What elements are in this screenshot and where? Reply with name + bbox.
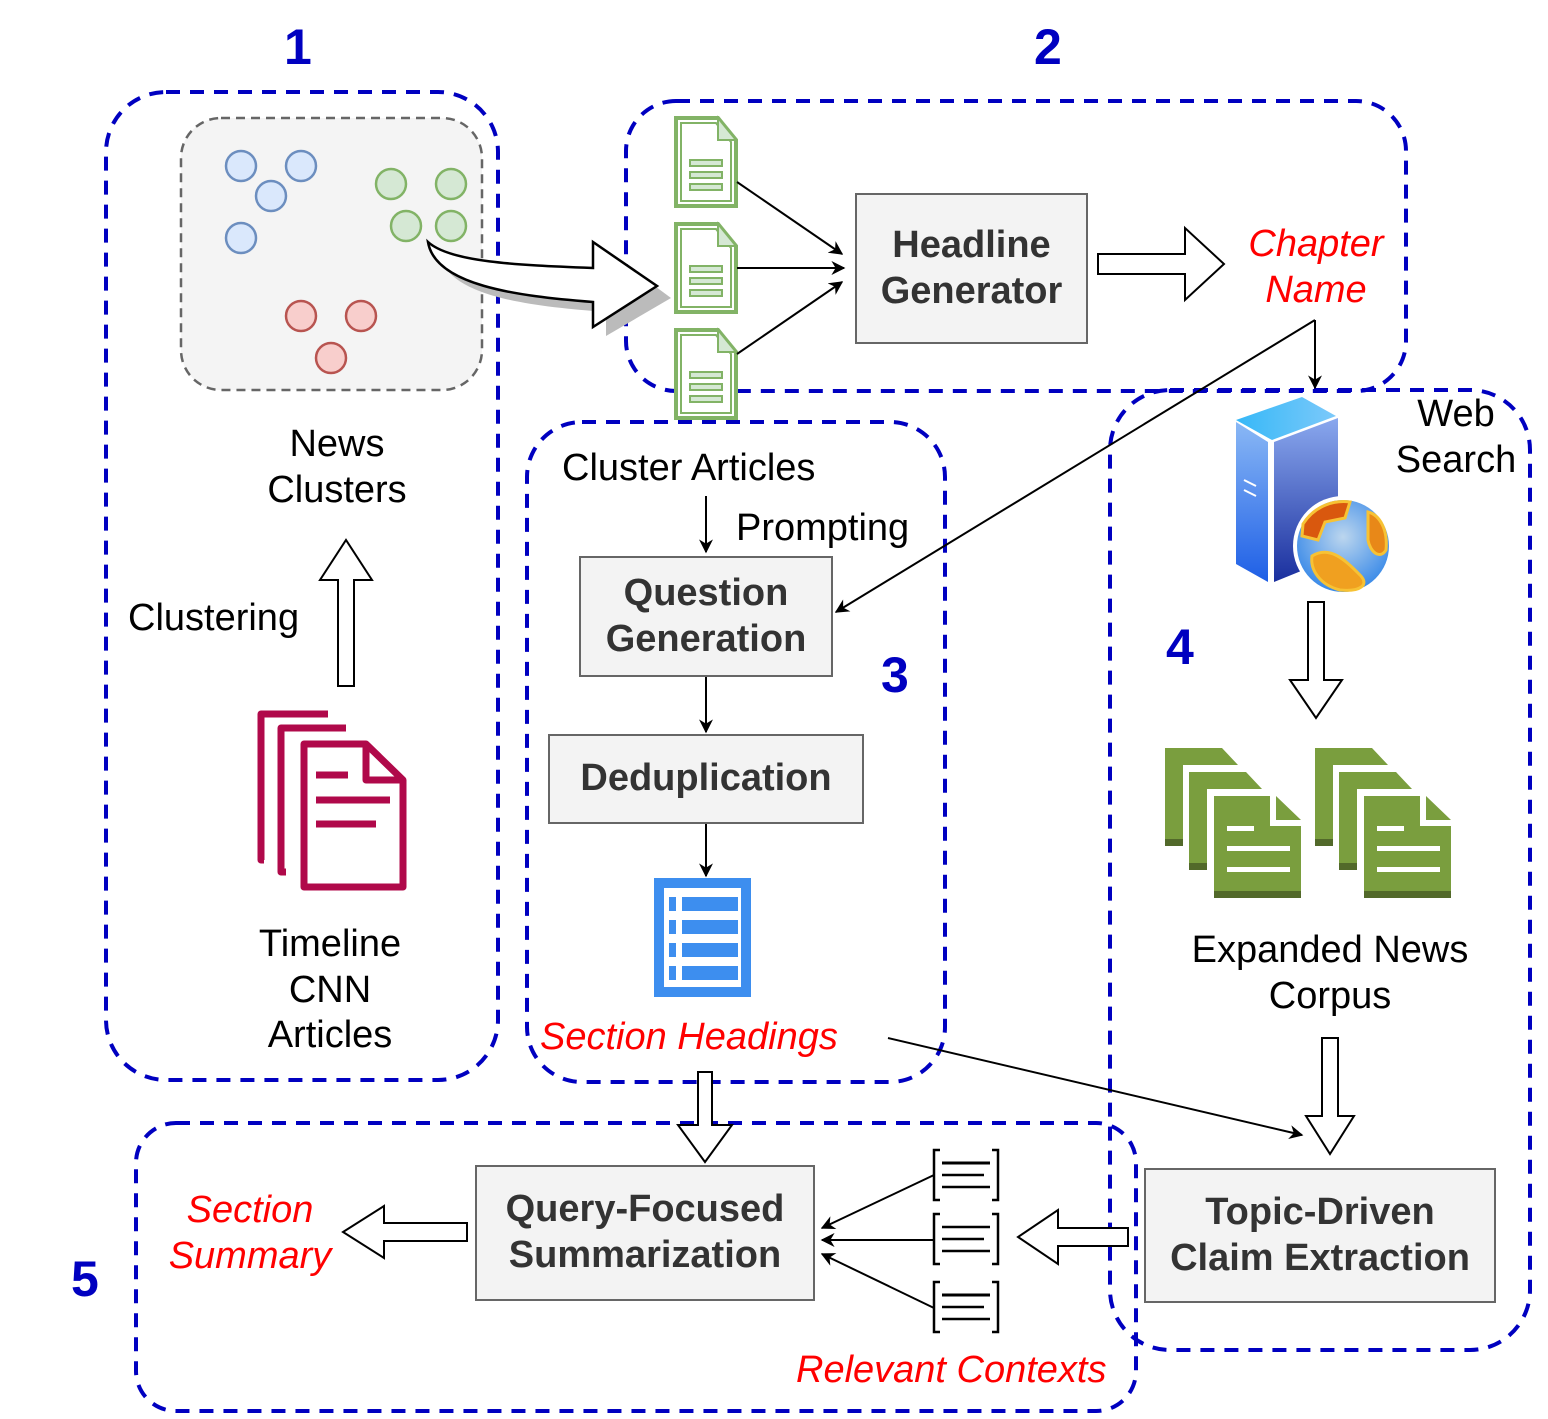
step-number-2: 2 (1034, 19, 1062, 75)
section-headings-label: Section Headings (540, 1016, 838, 1058)
source-label-line: Articles (267, 1014, 393, 1057)
web-server-globe-icon (1236, 397, 1393, 596)
question-generation-box: Question Generation (579, 556, 833, 677)
cluster-node (314, 341, 348, 375)
deduplication-box: Deduplication (548, 734, 864, 824)
headline-to-chapter-arrow (1097, 225, 1226, 303)
cluster-node (434, 209, 468, 243)
context-snippet-icon (932, 1212, 1000, 1266)
doc-to-headline-arrow (736, 281, 844, 355)
step-number-4: 4 (1166, 619, 1194, 675)
expanded-corpus-line: Corpus (1268, 974, 1392, 1017)
cluster-node (224, 221, 258, 255)
relevant-contexts-label: Relevant Contexts (796, 1349, 1107, 1391)
doc-to-headline-arrow (736, 181, 844, 255)
source-label-line: CNN (288, 968, 372, 1011)
article-doc-icon (674, 327, 739, 420)
relevant-contexts-icons (932, 1148, 1000, 1334)
expanded-corpus-icon (1165, 748, 1301, 898)
websearch-to-corpus-arrow (1288, 601, 1344, 720)
cluster-node (344, 299, 378, 333)
web-search-label: Web Search (1386, 392, 1526, 483)
cluster-article-icons (674, 115, 739, 420)
pipeline-diagram: 1 2 3 4 5 News Clusters Clustering Timel… (0, 0, 1548, 1419)
clustering-up-arrow (318, 538, 374, 687)
cluster-node (389, 209, 423, 243)
chapter-name-line: Chapter (1248, 223, 1384, 265)
headline-generator-box: Headline Generator (855, 193, 1088, 344)
context-to-summarization-arrow (820, 1174, 935, 1229)
cluster-node (284, 149, 318, 183)
article-doc-icon (674, 115, 739, 208)
cluster-node (434, 167, 468, 201)
claim-extraction-line: Topic-Driven (1205, 1190, 1435, 1233)
cnn-articles-icon (257, 710, 407, 891)
context-snippet-icon (932, 1280, 1000, 1334)
headline-generator-line: Generator (880, 269, 1063, 312)
section-summary-line: Summary (168, 1234, 332, 1277)
news-clusters-label-line: Clusters (267, 468, 407, 511)
section-summary-line: Section (186, 1189, 314, 1231)
source-label-line: Timeline (258, 923, 402, 965)
section-summary-label: Section Summary (155, 1188, 345, 1279)
claim-extraction-box: Topic-Driven Claim Extraction (1144, 1168, 1496, 1303)
summarization-to-summary-arrow (341, 1204, 468, 1260)
expanded-news-corpus-label: Expanded News Corpus (1160, 928, 1500, 1019)
cluster-node (374, 167, 408, 201)
step-number-5: 5 (71, 1251, 99, 1307)
expanded-corpus-line: Expanded News (1191, 929, 1469, 971)
context-to-summarization-arrow (820, 1253, 935, 1309)
timeline-cnn-articles-label: Timeline CNN Articles (230, 922, 430, 1059)
query-focused-summarization-box: Query-Focused Summarization (475, 1165, 815, 1301)
chapter-name-line: Name (1265, 268, 1367, 311)
headings-to-claim-arrow (887, 1037, 1304, 1139)
article-doc-icon (674, 221, 739, 314)
cluster-node (284, 299, 318, 333)
section-headings-list-icon (654, 878, 751, 997)
cluster-articles-label: Cluster Articles (562, 447, 816, 489)
deduplication-label: Deduplication (580, 757, 832, 800)
web-search-line: Search (1395, 438, 1517, 481)
context-snippet-icon (932, 1148, 1000, 1202)
prompting-label: Prompting (736, 507, 910, 549)
web-search-line: Web (1417, 393, 1495, 435)
summarization-line: Summarization (508, 1234, 782, 1276)
chapter-name-label: Chapter Name (1228, 222, 1404, 313)
summarization-line: Query-Focused (505, 1188, 785, 1231)
step-number-3: 3 (881, 647, 909, 703)
cluster-node (254, 179, 288, 213)
clustering-label: Clustering (128, 597, 300, 639)
claim-extraction-line: Claim Extraction (1170, 1236, 1470, 1279)
news-clusters-label: News Clusters (237, 422, 437, 513)
cluster-node (224, 149, 258, 183)
expanded-corpus-icon (1315, 748, 1451, 898)
headings-to-summarization-arrow (676, 1071, 734, 1164)
news-clusters-label-line: News (289, 423, 385, 465)
question-generation-line: Generation (605, 617, 807, 660)
step-number-1: 1 (284, 19, 312, 75)
question-generation-line: Question (623, 571, 789, 614)
corpus-to-claim-arrow (1304, 1037, 1356, 1156)
headline-generator-line: Headline (892, 223, 1051, 266)
